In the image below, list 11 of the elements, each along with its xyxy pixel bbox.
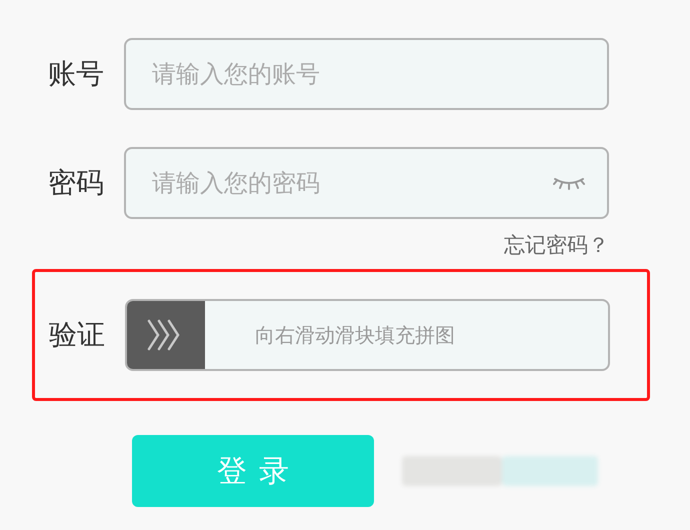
- field-label: 密码: [48, 165, 105, 201]
- login-button[interactable]: 登录: [132, 435, 374, 507]
- closed-eye-icon[interactable]: [553, 176, 585, 190]
- field-label: 账号: [48, 56, 105, 92]
- field-label: 验证: [49, 317, 106, 353]
- password-field[interactable]: 请输入您的密码: [124, 147, 609, 219]
- slider-hint: 向右滑动滑块填充拼图: [255, 322, 455, 349]
- slider-handle[interactable]: [127, 301, 205, 369]
- slider-track[interactable]: 向右滑动滑块填充拼图: [125, 299, 610, 371]
- forgot-password-link[interactable]: 忘记密码？: [504, 231, 609, 259]
- account-field[interactable]: 请输入您的账号: [124, 38, 609, 110]
